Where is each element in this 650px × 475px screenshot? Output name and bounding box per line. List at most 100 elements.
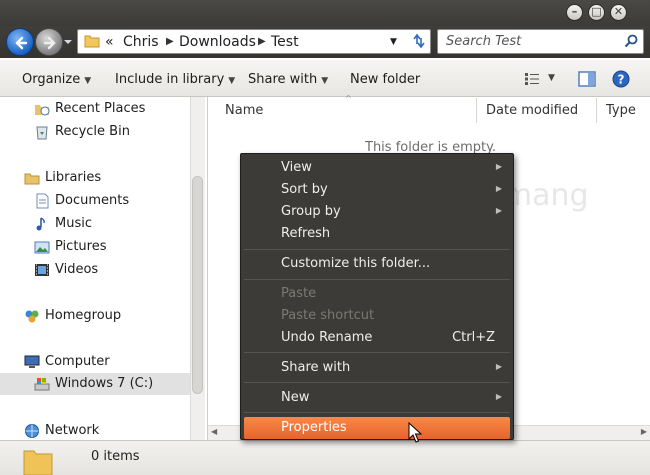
menu-item-refresh[interactable]: Refresh <box>244 223 510 245</box>
back-button[interactable] <box>6 28 34 56</box>
recent-places-icon <box>35 105 50 116</box>
preview-pane-icon[interactable] <box>578 71 596 87</box>
forward-button[interactable] <box>35 28 63 56</box>
sidebar-item-label: Libraries <box>45 170 102 185</box>
help-icon[interactable]: ? <box>612 70 630 88</box>
address-bar[interactable]: « Chris ▶ Downloads ▶ Test ▼ <box>77 29 431 54</box>
arrow-left-icon <box>15 36 28 50</box>
svg-text:?: ? <box>618 73 625 87</box>
recycle-bin-icon <box>36 126 48 140</box>
menu-item-label: Refresh <box>281 226 331 241</box>
chevron-down-icon: ▼ <box>228 76 236 86</box>
sidebar-item-label: Music <box>55 216 92 231</box>
sidebar-item-label: Network <box>45 423 100 438</box>
sidebar-item-label: Homegroup <box>45 308 122 323</box>
sidebar-item-label: Recent Places <box>55 101 146 116</box>
column-headers: Name Date modified Type <box>208 98 650 123</box>
column-header-type[interactable]: Type <box>606 103 636 118</box>
music-icon <box>36 217 45 231</box>
menu-item-sort-by[interactable]: Sort by ▶ <box>244 179 510 201</box>
sidebar-item-network[interactable]: Network <box>0 420 205 442</box>
submenu-arrow-icon: ▶ <box>495 184 502 193</box>
history-dropdown-icon[interactable] <box>63 37 73 47</box>
sidebar-item-label: Windows 7 (C:) <box>55 376 154 391</box>
sidebar-item-music[interactable]: Music <box>0 213 205 235</box>
sidebar-item-pictures[interactable]: Pictures <box>0 236 205 258</box>
chevron-down-icon: ▼ <box>84 76 92 86</box>
organize-button[interactable]: Organize ▼ <box>22 72 91 87</box>
refresh-icon[interactable] <box>411 33 427 49</box>
search-icon[interactable] <box>624 34 638 48</box>
menu-item-properties[interactable]: Properties <box>244 417 510 439</box>
chevron-down-icon[interactable]: ▼ <box>390 37 397 47</box>
pictures-icon <box>34 241 50 254</box>
drive-icon <box>34 378 50 391</box>
view-options-icon[interactable] <box>524 72 540 86</box>
include-in-library-button[interactable]: Include in library ▼ <box>115 72 235 87</box>
chevron-down-icon[interactable]: ▼ <box>548 73 555 83</box>
sidebar-item-videos[interactable]: Videos <box>0 259 205 281</box>
column-header-name[interactable]: Name <box>225 103 263 118</box>
menu-separator <box>244 412 510 413</box>
menu-item-label: Properties <box>281 420 347 435</box>
close-button[interactable]: ✕ <box>610 4 627 21</box>
breadcrumb-separator-icon[interactable]: ▶ <box>258 36 266 47</box>
sidebar-item-recycle-bin[interactable]: Recycle Bin <box>0 121 205 143</box>
sidebar-item-homegroup[interactable]: Homegroup <box>0 305 205 327</box>
menu-item-share-with[interactable]: Share with ▶ <box>244 357 510 379</box>
breadcrumb-test[interactable]: Test <box>271 34 299 50</box>
sidebar-item-label: Computer <box>45 354 110 369</box>
minimize-button[interactable]: – <box>566 4 583 21</box>
menu-item-label: Sort by <box>281 182 328 197</box>
homegroup-icon <box>25 310 39 323</box>
network-icon <box>25 424 39 438</box>
submenu-arrow-icon: ▶ <box>495 206 502 215</box>
arrow-right-icon <box>43 36 56 50</box>
menu-item-group-by[interactable]: Group by ▶ <box>244 201 510 223</box>
share-with-button[interactable]: Share with ▼ <box>248 72 328 87</box>
organize-label: Organize <box>22 72 81 87</box>
sidebar-item-label: Pictures <box>55 239 107 254</box>
submenu-arrow-icon: ▶ <box>495 392 502 401</box>
sidebar-item-computer[interactable]: Computer <box>0 351 205 373</box>
column-divider[interactable] <box>596 98 597 123</box>
new-folder-button[interactable]: New folder <box>350 72 420 87</box>
breadcrumb-separator-icon[interactable]: ▶ <box>166 36 174 47</box>
libraries-icon <box>24 173 40 185</box>
menu-item-new[interactable]: New ▶ <box>244 387 510 409</box>
sidebar-item-label: Recycle Bin <box>55 124 130 139</box>
submenu-arrow-icon: ▶ <box>495 362 502 371</box>
scroll-left-icon[interactable]: ◀ <box>211 427 217 436</box>
menu-item-paste-shortcut: Paste shortcut <box>244 305 510 327</box>
scroll-right-icon[interactable]: ▶ <box>641 427 647 436</box>
sidebar-item-label: Documents <box>55 193 130 208</box>
sidebar-item-documents[interactable]: Documents <box>0 190 205 212</box>
sidebar-scroll-thumb[interactable] <box>192 176 203 394</box>
menu-separator <box>244 382 510 383</box>
submenu-arrow-icon: ▶ <box>495 162 502 171</box>
menu-item-label: Paste <box>281 286 317 301</box>
sidebar-item-recent-places[interactable]: Recent Places <box>0 98 205 120</box>
menu-item-label: Paste shortcut <box>281 308 375 323</box>
column-divider[interactable] <box>476 98 477 123</box>
root-chevron[interactable]: « <box>105 34 114 50</box>
videos-icon <box>35 264 49 276</box>
chevron-down-icon: ▼ <box>321 76 329 86</box>
sort-indicator-icon: ^ <box>345 94 352 103</box>
include-in-library-label: Include in library <box>115 72 225 87</box>
menu-item-label: Share with <box>281 360 351 375</box>
maximize-button[interactable]: □ <box>588 4 605 21</box>
sidebar-item-libraries[interactable]: Libraries <box>0 167 205 189</box>
menu-item-customize-folder[interactable]: Customize this folder... <box>244 253 510 275</box>
new-folder-label: New folder <box>350 72 421 87</box>
menu-item-undo-rename[interactable]: Undo Rename Ctrl+Z <box>244 327 510 349</box>
breadcrumb-downloads[interactable]: Downloads <box>179 34 256 50</box>
search-input[interactable]: Search Test <box>437 29 644 54</box>
menu-item-view[interactable]: View ▶ <box>244 157 510 179</box>
column-header-date-modified[interactable]: Date modified <box>486 103 578 118</box>
title-bar <box>0 0 650 26</box>
sidebar-item-windows7-drive[interactable]: Windows 7 (C:) <box>0 373 190 395</box>
menu-separator <box>244 249 510 250</box>
menu-item-paste: Paste <box>244 283 510 305</box>
breadcrumb-chris[interactable]: Chris <box>123 34 159 50</box>
